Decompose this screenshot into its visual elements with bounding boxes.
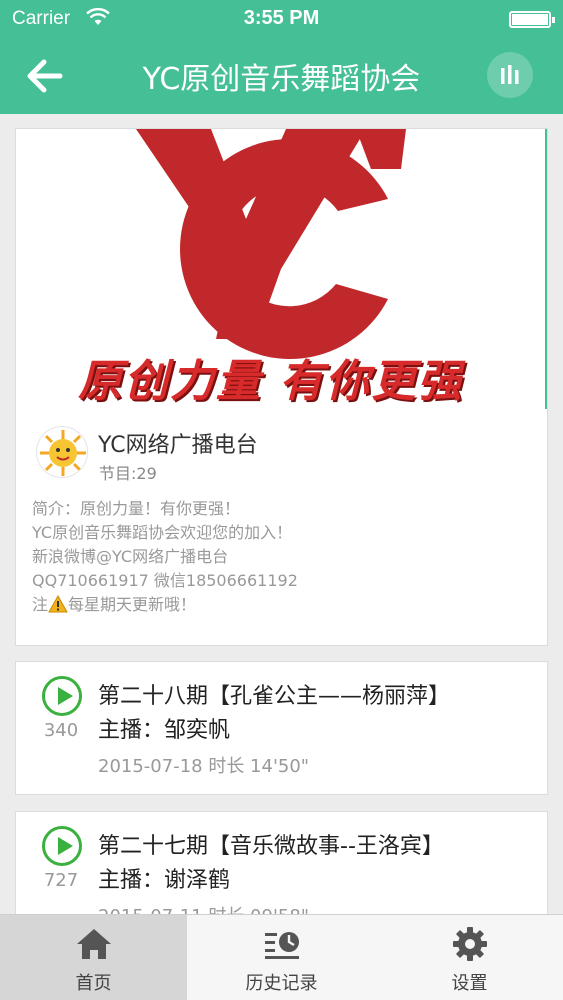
status-bar: Carrier 3:55 PM (0, 0, 563, 38)
station-intro: 简介：原创力量！有你更强！ YC原创音乐舞蹈协会欢迎您的加入！ 新浪微博@YC网… (32, 497, 532, 620)
play-icon[interactable] (42, 676, 82, 716)
tab-home[interactable]: 首页 (0, 915, 187, 1000)
episode-title: 第二十七期【音乐微故事--王洛宾】 (98, 834, 444, 859)
play-count: 340 (43, 720, 79, 741)
intro-note-prefix: 注 (32, 595, 49, 614)
battery-icon (509, 11, 555, 28)
warning-icon (48, 594, 68, 620)
station-card: 原创力量 有你更强 YC网络广播电台 节目:29 简介：原创力量！有你更强！ Y… (15, 128, 548, 646)
page-title: YC原创音乐舞蹈协会 (142, 62, 421, 97)
history-icon (265, 932, 299, 959)
clock: 3:55 PM (243, 7, 320, 29)
station-banner: 原创力量 有你更强 (16, 129, 547, 409)
gear-icon (453, 927, 487, 961)
tab-label: 首页 (75, 973, 112, 994)
intro-line: 新浪微博@YC网络广播电台 (32, 547, 229, 566)
episode-host: 主播：邹奕帆 (98, 718, 231, 743)
intro-line: QQ710661917 微信18506661192 (32, 571, 298, 590)
station-avatar (36, 426, 88, 478)
episode-host: 主播：谢泽鹤 (98, 868, 231, 893)
intro-line: YC原创音乐舞蹈协会欢迎您的加入！ (32, 523, 293, 542)
tab-settings[interactable]: 设置 (376, 915, 563, 1000)
play-icon[interactable] (42, 826, 82, 866)
play-count: 727 (43, 870, 79, 891)
sun-mascot-icon (40, 430, 86, 476)
banner-slogan: 原创力量 有你更强 (78, 356, 464, 407)
tab-bar: 首页 历史记录 设置 (0, 914, 563, 1000)
intro-line: 简介：原创力量！有你更强！ (32, 499, 241, 518)
nav-bar: YC原创音乐舞蹈协会 (0, 38, 563, 114)
tab-label: 历史记录 (245, 973, 318, 994)
episode-title: 第二十八期【孔雀公主——杨丽萍】 (98, 684, 451, 709)
content-scroll[interactable]: 原创力量 有你更强 YC网络广播电台 节目:29 简介：原创力量！有你更强！ Y… (0, 114, 563, 914)
episode-count: 节目:29 (99, 464, 157, 483)
episode-item[interactable]: 727 第二十七期【音乐微故事--王洛宾】 主播：谢泽鹤 2015-07-11 … (15, 811, 548, 914)
home-icon (77, 929, 111, 959)
station-name: YC网络广播电台 (98, 433, 258, 458)
episode-meta: 2015-07-18 时长 14'50" (98, 756, 310, 777)
episode-meta: 2015-07-11 时长 09'58" (98, 902, 309, 914)
tab-label: 设置 (451, 973, 488, 994)
intro-note-text: 每星期天更新哦！ (68, 595, 197, 614)
tab-history[interactable]: 历史记录 (188, 915, 375, 1000)
now-playing-button[interactable] (487, 52, 533, 98)
intro-note: 注每星期天更新哦！ (32, 593, 532, 620)
episode-item[interactable]: 340 第二十八期【孔雀公主——杨丽萍】 主播：邹奕帆 2015-07-18 时… (15, 661, 548, 795)
equalizer-icon (501, 65, 519, 84)
